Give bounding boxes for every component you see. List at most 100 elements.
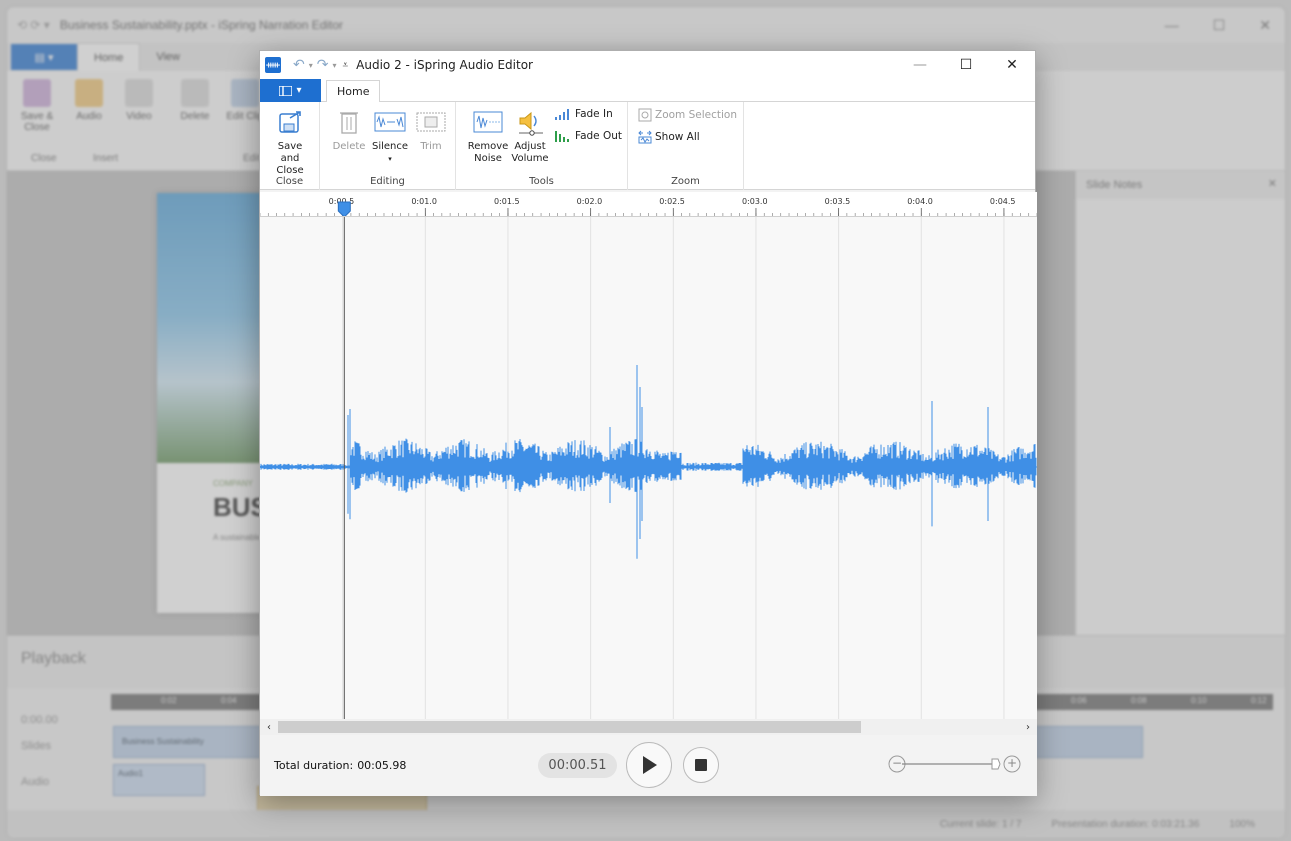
zoom-selection-button[interactable]: Zoom Selection — [638, 108, 737, 122]
show-all-icon — [638, 130, 652, 144]
remove-noise-label: Remove Noise — [467, 141, 509, 164]
save-and-close-label: Save and Close — [276, 141, 304, 176]
ispring-app-icon: ᚔ — [265, 57, 281, 73]
delete-button[interactable]: Delete — [332, 106, 366, 153]
fade-in-button[interactable]: Fade In — [554, 108, 613, 120]
ruler-tick-label: 0:01.5 — [494, 197, 520, 206]
fade-out-icon — [555, 131, 569, 142]
zoom-group-label: Zoom — [671, 176, 700, 187]
background-group-edit: Edit — [243, 153, 261, 164]
redo-dropdown-icon[interactable]: ▾ — [332, 61, 336, 70]
silence-button[interactable]: Silence ▾ — [370, 106, 410, 165]
ribbon-tabs: ▾ Home — [260, 79, 1035, 103]
scrollbar-thumb[interactable] — [278, 721, 861, 733]
background-tab-home: Home — [77, 43, 141, 71]
ruler-tick-label: 0:03.5 — [825, 197, 851, 206]
background-playback-time: 0:00.00 — [21, 714, 58, 726]
zoom-selection-icon — [638, 108, 652, 122]
save-and-close-icon — [279, 111, 301, 133]
playback-controls-bar: Total duration: 00:05.98 00:00.51 − + — [260, 735, 1037, 796]
ruler-tick-label: 0:04.0 — [907, 197, 933, 206]
remove-noise-button[interactable]: Remove Noise — [464, 106, 512, 165]
background-file-tab: ▤ ▾ — [11, 44, 77, 70]
background-zoom-level: 100% — [1229, 818, 1255, 830]
zoom-out-icon[interactable]: − — [892, 756, 902, 770]
menu-icon — [279, 85, 293, 96]
scroll-right-icon[interactable]: › — [1020, 719, 1036, 735]
background-row-audio: Audio — [21, 776, 50, 788]
background-window-title: Business Sustainability.pptx - iSpring N… — [59, 18, 344, 32]
background-window-controls: — ☐ ✕ — [1164, 17, 1271, 33]
fade-out-label: Fade Out — [575, 130, 623, 142]
maximize-button[interactable]: ☐ — [943, 51, 989, 79]
ruler-ticks: 0:00.50:01.00:01.50:02.00:02.50:03.00:03… — [260, 197, 1037, 217]
undo-dropdown-icon[interactable]: ▾ — [309, 61, 313, 70]
close-button[interactable]: ✕ — [989, 51, 1035, 79]
adjust-volume-label: Adjust Volume — [511, 141, 549, 164]
audio-editor-window: ᚔ ↶ ▾ ↷ ▾ ⩡ Audio 2 - iSpring Audio Editor… — [259, 50, 1037, 796]
show-all-button[interactable]: Show All — [638, 130, 700, 144]
ruler-tick-label: 0:04.5 — [990, 197, 1016, 206]
background-delete-button: Delete — [175, 79, 215, 122]
scroll-left-icon[interactable]: ‹ — [261, 719, 277, 735]
tab-home[interactable]: Home — [326, 80, 381, 103]
fade-out-button[interactable]: Fade Out — [554, 130, 622, 142]
zoom-in-icon[interactable]: + — [1007, 756, 1017, 770]
silence-label: Silence — [371, 141, 409, 152]
background-group-close: Close — [31, 153, 57, 164]
redo-icon[interactable]: ↷ — [317, 57, 329, 73]
ruler-tick-label: 0:02.5 — [659, 197, 685, 206]
waveform-area[interactable] — [260, 217, 1037, 719]
playhead-handle-icon[interactable] — [337, 201, 351, 217]
stop-icon — [695, 759, 707, 771]
play-button[interactable] — [626, 742, 672, 788]
zoom-slider-track — [888, 755, 1021, 773]
background-row-slides: Slides — [21, 740, 51, 752]
horizontal-scrollbar[interactable]: ‹ › — [260, 719, 1037, 735]
background-group-insert: Insert — [93, 153, 119, 164]
speaker-icon — [519, 111, 543, 136]
editing-group-label: Editing — [370, 176, 405, 187]
total-duration-value: 00:05.98 — [357, 759, 407, 772]
trim-label: Trim — [420, 141, 442, 152]
background-status-bar: Current slide: 1 / 7 Presentation durati… — [7, 810, 1285, 838]
ribbon-group-close: Save and Close Close — [260, 102, 320, 190]
background-video-button: Video — [119, 79, 159, 122]
ruler-tick-label: 0:03.0 — [742, 197, 768, 206]
background-presentation-duration: Presentation duration: 0:03:21.36 — [1051, 818, 1200, 830]
background-close-icon: ✕ — [1267, 178, 1277, 190]
silence-dropdown-icon: ▾ — [388, 155, 392, 163]
ruler-tick-label: 0:01.0 — [411, 197, 437, 206]
quick-access-toolbar: ↶ ▾ ↷ ▾ ⩡ — [293, 57, 348, 73]
show-all-label: Show All — [655, 131, 700, 143]
waveform-canvas[interactable] — [260, 217, 1037, 719]
silence-icon — [374, 112, 406, 132]
file-menu-tab[interactable]: ▾ — [260, 79, 321, 102]
background-quick-access: ⟲ ⟳ ▾ — [17, 18, 50, 32]
adjust-volume-button[interactable]: Adjust Volume — [508, 106, 552, 165]
minimize-button[interactable]: — — [897, 51, 943, 79]
undo-icon[interactable]: ↶ — [293, 57, 305, 73]
zoom-selection-label: Zoom Selection — [655, 109, 737, 121]
trim-icon — [416, 112, 446, 132]
ribbon-group-tools: Remove Noise Adjust Volume Fade In Fade … — [456, 102, 628, 190]
background-titlebar: ⟲ ⟳ ▾ Business Sustainability.pptx - iSp… — [7, 7, 1285, 43]
delete-icon — [340, 112, 358, 134]
stop-button[interactable] — [683, 747, 719, 783]
zoom-slider[interactable]: − + — [888, 754, 1023, 774]
close-group-label: Close — [275, 176, 304, 187]
trim-button[interactable]: Trim — [414, 106, 448, 153]
save-and-close-button[interactable]: Save and Close — [265, 106, 315, 177]
ribbon-group-editing: Delete Silence ▾ Trim Editing — [320, 102, 456, 190]
delete-label: Delete — [332, 141, 366, 152]
background-save-close-button: Save & Close — [17, 79, 57, 133]
ruler-tick-label: 0:02.0 — [577, 197, 603, 206]
ribbon: Save and Close Close Delete Silence ▾ Tri… — [260, 102, 1035, 190]
total-duration: Total duration: 00:05.98 — [274, 759, 406, 772]
play-icon — [643, 756, 657, 774]
customize-toolbar-icon[interactable]: ⩡ — [343, 60, 349, 71]
ribbon-group-zoom: Zoom Selection Show All Zoom — [628, 102, 744, 190]
timeline-ruler[interactable]: 0:00.50:01.00:01.50:02.00:02.50:03.00:03… — [260, 192, 1037, 217]
fade-in-icon — [555, 109, 569, 120]
chevron-down-icon: ▾ — [296, 85, 302, 96]
